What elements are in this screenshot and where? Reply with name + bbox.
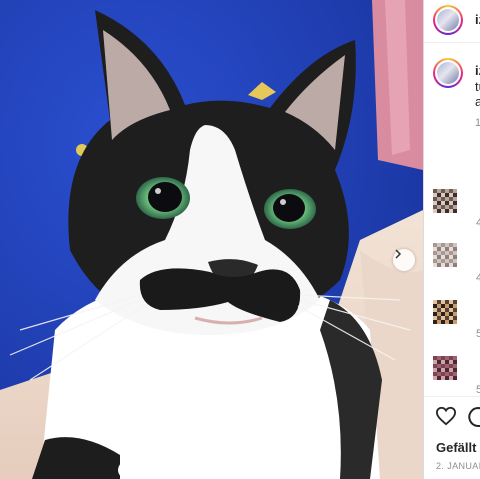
likes-count[interactable]: Gefällt 4 <box>436 440 480 455</box>
header-username[interactable]: iz <box>475 12 480 27</box>
comment-icon[interactable] <box>467 406 480 428</box>
comment-like-count: 5 <box>476 328 480 340</box>
post-side-panel: iz iz tu a 1 4 4 5 5 Gefällt 4 2. JANUAR <box>423 0 480 479</box>
comment-avatar[interactable] <box>433 300 457 324</box>
next-photo-button[interactable] <box>393 249 415 271</box>
header-avatar[interactable] <box>433 5 463 35</box>
heart-icon[interactable] <box>435 406 457 426</box>
caption-text-line-1: tu <box>475 79 480 94</box>
comment-like-count: 4 <box>476 272 480 284</box>
action-bar <box>424 396 480 437</box>
comment-avatar[interactable] <box>433 189 457 213</box>
comment-avatar[interactable] <box>433 243 457 267</box>
comment-like-count: 5 <box>476 384 480 396</box>
caption-time: 1 <box>475 117 480 129</box>
cat-photo-image <box>0 0 423 479</box>
chevron-right-icon <box>395 249 402 259</box>
comment-like-count: 4 <box>476 217 480 229</box>
caption-username[interactable]: iz <box>475 63 480 78</box>
post-date: 2. JANUAR <box>436 461 480 471</box>
comment-avatar[interactable] <box>433 356 457 380</box>
post-photo[interactable] <box>0 0 423 479</box>
caption-text-line-2: a <box>475 94 480 109</box>
caption-avatar[interactable] <box>433 58 463 88</box>
post-header: iz <box>424 0 480 43</box>
